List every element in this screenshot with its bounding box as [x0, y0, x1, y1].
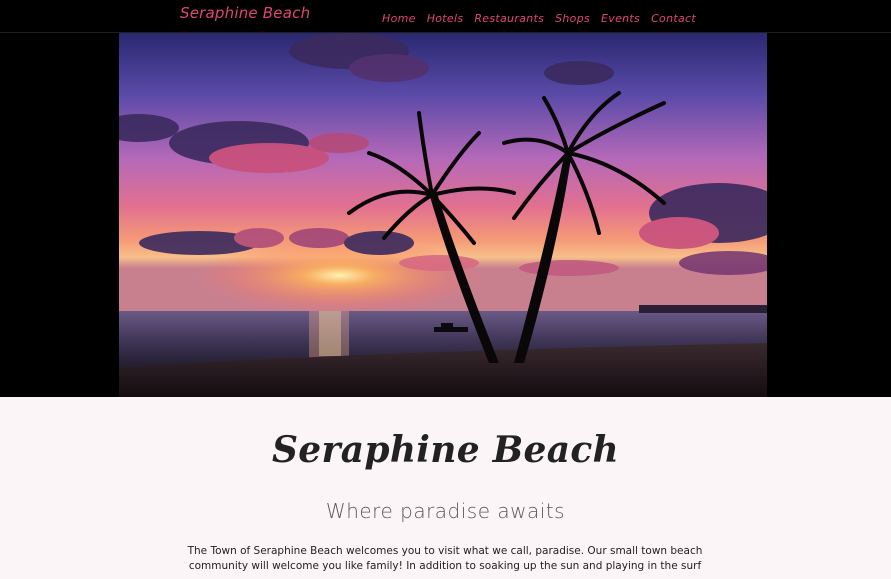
hero-image: [119, 33, 767, 397]
nav-link-shops[interactable]: Shops: [555, 12, 590, 25]
nav-link-events[interactable]: Events: [601, 12, 640, 25]
nav-item-events: Events: [601, 7, 640, 26]
nav-item-restaurants: Restaurants: [474, 7, 544, 26]
top-navbar: Seraphine Beach Home Hotels Restaurants …: [0, 0, 891, 33]
nav-item-shops: Shops: [555, 7, 590, 26]
nav-link-restaurants[interactable]: Restaurants: [474, 12, 544, 25]
brand-link[interactable]: Seraphine Beach: [180, 4, 310, 22]
nav-item-hotels: Hotels: [427, 7, 464, 26]
main-content: Seraphine Beach Where paradise awaits Th…: [0, 397, 891, 579]
intro-paragraph: The Town of Seraphine Beach welcomes you…: [187, 545, 703, 572]
nav-link-hotels[interactable]: Hotels: [427, 12, 464, 25]
nav-link-contact[interactable]: Contact: [651, 12, 696, 25]
nav-menu: Home Hotels Restaurants Shops Events Con…: [382, 7, 696, 26]
page-title: Seraphine Beach: [271, 429, 620, 471]
hero-section: [0, 33, 891, 397]
nav-item-contact: Contact: [651, 7, 696, 26]
nav-item-home: Home: [382, 7, 416, 26]
nav-link-home[interactable]: Home: [382, 12, 416, 25]
tagline: Where paradise awaits: [325, 499, 566, 523]
